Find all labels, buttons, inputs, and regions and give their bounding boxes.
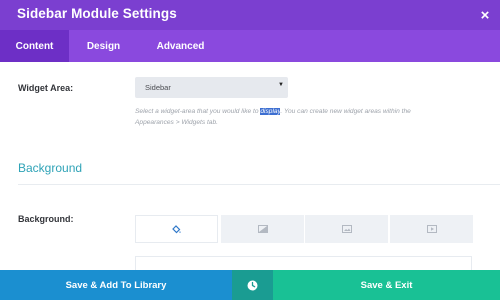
gradient-icon (257, 225, 268, 233)
close-icon: × (480, 6, 490, 24)
history-icon (247, 280, 258, 290)
widget-area-help-text: Select a widget-area that you would like… (135, 108, 411, 126)
widget-area-label: Widget Area: (18, 83, 74, 93)
section-divider (18, 184, 500, 185)
dropdown-caret-icon: ▼ (278, 82, 284, 88)
selected-text-highlight: display (260, 108, 281, 115)
video-icon (426, 225, 437, 233)
background-image-tab[interactable] (305, 215, 388, 243)
background-gradient-tab[interactable] (221, 215, 304, 243)
widget-area-selected-value: Sidebar (145, 83, 171, 92)
save-add-to-library-button[interactable]: Save & Add To Library (0, 270, 232, 300)
widget-area-select[interactable]: Sidebar ▼ (135, 77, 288, 98)
background-settings-panel (135, 256, 472, 270)
tab-advanced[interactable]: Advanced (138, 30, 223, 62)
tab-content[interactable]: Content (0, 30, 69, 62)
background-video-tab[interactable] (390, 215, 473, 243)
modal-footer: Save & Add To Library Save & Exit (0, 270, 500, 300)
paint-bucket-icon (172, 224, 181, 233)
tab-design[interactable]: Design (69, 30, 138, 62)
background-label: Background: (18, 214, 74, 224)
history-button[interactable] (232, 270, 273, 300)
background-color-tab[interactable] (135, 215, 218, 243)
modal-header: Sidebar Module Settings × (0, 0, 500, 30)
settings-tabs: Content Design Advanced (0, 30, 500, 62)
image-icon (341, 225, 352, 233)
close-button[interactable]: × (470, 0, 500, 30)
save-exit-button[interactable]: Save & Exit (273, 270, 500, 300)
modal-title: Sidebar Module Settings (17, 6, 177, 21)
background-section-title[interactable]: Background (18, 161, 82, 175)
